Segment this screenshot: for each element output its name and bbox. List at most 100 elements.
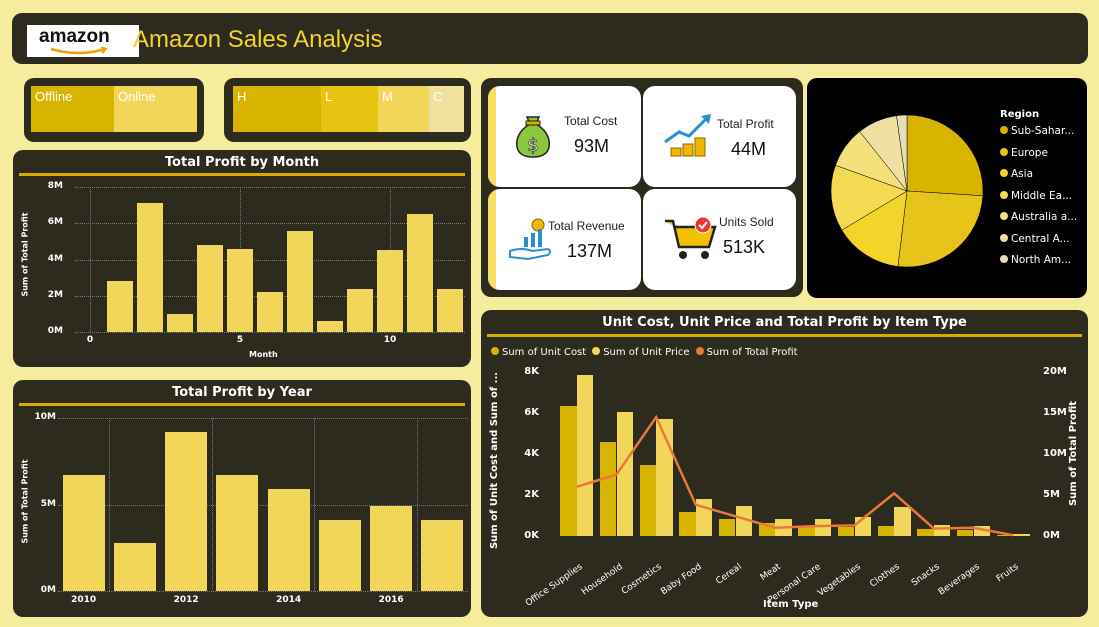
- legend-item[interactable]: Europe: [1000, 147, 1077, 169]
- year-x-gridline: [314, 418, 316, 591]
- priority-slicer-panel: H L M C: [224, 78, 471, 142]
- legend-label: Asia: [1011, 168, 1034, 180]
- kpi-total-revenue: Total Revenue 137M: [488, 189, 641, 290]
- legend-label: Middle Ea...: [1011, 189, 1073, 202]
- slicer-offline[interactable]: Offline: [31, 86, 114, 132]
- year-bar: [318, 520, 361, 591]
- unit-cost-bar: [679, 512, 696, 536]
- unit-price-bar: [775, 518, 792, 536]
- year-y-tick: 10M: [34, 412, 56, 422]
- month-y-tick: 2M: [47, 289, 63, 300]
- logo-smile-icon: [50, 47, 108, 55]
- year-x-tick: 2010: [71, 595, 97, 605]
- region-legend-title: Region: [1000, 109, 1040, 120]
- month-x-tick: 0: [86, 335, 94, 345]
- unit-cost-bar: [718, 518, 736, 536]
- unit-price-bar: [973, 525, 991, 536]
- month-bar: [407, 214, 433, 332]
- unit-price-bar: [933, 524, 951, 536]
- unit-price-bar: [814, 518, 832, 536]
- legend-dot-icon: [1000, 147, 1008, 156]
- unit-price-bar: [894, 507, 911, 536]
- logo-text: amazon: [39, 26, 110, 47]
- unit-price-bar: [616, 411, 634, 536]
- month-y-tick: 4M: [47, 253, 63, 264]
- year-bar: [165, 431, 208, 591]
- unit-price-bar: [854, 516, 872, 536]
- year-bar: [370, 506, 413, 591]
- legend-item[interactable]: Asia: [1000, 168, 1077, 190]
- legend-item[interactable]: North Am...: [1000, 254, 1077, 276]
- combo-y2-tick: 5M: [1043, 489, 1060, 500]
- combo-y-tick: 8K: [524, 366, 539, 377]
- slicer-offline-label: Offline: [35, 89, 73, 104]
- legend-item[interactable]: Sub-Sahar...: [1000, 125, 1077, 147]
- combo-y2-tick: 0M: [1043, 530, 1060, 541]
- month-x-tick: 10: [383, 335, 397, 345]
- month-bar: [197, 245, 223, 332]
- kpi-total-cost-value: 93M: [574, 136, 610, 156]
- kpi-panel: $ Total Cost 93M Total Profit 44M Total …: [481, 78, 803, 297]
- slicer-priority-m[interactable]: M: [378, 86, 429, 132]
- month-bar: [287, 230, 313, 332]
- unit-cost-bar: [877, 525, 895, 536]
- year-x-tick: 2014: [276, 595, 302, 605]
- legend-dot-icon: [1000, 190, 1008, 199]
- legend-label: Europe: [1011, 146, 1048, 159]
- month-gridline: [75, 332, 465, 333]
- month-bar: [377, 250, 403, 332]
- year-y-tick: 0M: [40, 585, 56, 595]
- combo-y-tick: 2K: [524, 489, 539, 500]
- region-legend: Sub-Sahar... Europe Asia Middle Ea... Austra…: [1000, 125, 1077, 276]
- kpi-total-revenue-label: Total Revenue: [548, 219, 625, 233]
- combo-y-tick: 4K: [524, 448, 539, 459]
- page-title: Amazon Sales Analysis: [133, 26, 383, 53]
- legend-item[interactable]: Australia a...: [1000, 211, 1077, 233]
- kpi-total-cost-label: Total Cost: [564, 114, 618, 128]
- year-x-tick: 2016: [378, 595, 404, 605]
- slicer-priority-c[interactable]: C: [429, 86, 464, 132]
- year-x-gridline: [211, 418, 213, 591]
- year-bar: [421, 520, 464, 591]
- slicer-online[interactable]: Online: [114, 86, 197, 132]
- legend-item[interactable]: Central A...: [1000, 233, 1077, 255]
- year-bar: [267, 488, 310, 591]
- year-x-tick: 2012: [173, 595, 199, 605]
- unit-price-bar: [576, 375, 594, 536]
- year-gridline: [58, 418, 468, 419]
- month-bar: [137, 203, 163, 332]
- legend-dot-icon: [1000, 255, 1008, 263]
- year-x-gridline: [109, 418, 111, 591]
- legend-item[interactable]: Middle Ea...: [1000, 190, 1077, 212]
- money-bag-icon: $: [516, 116, 550, 158]
- pie-slice[interactable]: [897, 190, 984, 268]
- month-bar: [227, 248, 253, 332]
- legend-label: Central A...: [1011, 232, 1070, 245]
- kpi-units-sold: Units Sold 513K: [643, 189, 796, 290]
- profit-by-month-panel: Total Profit by Month Sum of Total Profi…: [13, 150, 471, 367]
- unit-price-bar: [656, 419, 673, 536]
- kpi-total-profit-label: Total Profit: [717, 117, 774, 131]
- kpi-total-revenue-value: 137M: [567, 241, 613, 261]
- combo-y-tick: 6K: [524, 407, 539, 418]
- kpi-stripe: [488, 86, 496, 187]
- shopping-cart-icon: [665, 216, 717, 259]
- month-gridline: [75, 187, 465, 188]
- year-x-gridline: [416, 418, 418, 591]
- region-pie-chart: [830, 114, 984, 268]
- slicer-priority-l-label: L: [325, 89, 333, 104]
- legend-dot-icon: [1000, 233, 1008, 242]
- combo-y2-tick: 20M: [1043, 366, 1067, 377]
- month-bar: [257, 292, 283, 332]
- legend-dot-icon: [1000, 212, 1008, 220]
- channel-slicer-panel: Offline Online: [24, 78, 204, 142]
- slicer-priority-l[interactable]: L: [321, 86, 378, 132]
- combo-y2-tick: 15M: [1043, 407, 1067, 418]
- year-plot-area: 0M 5M 10M 2010 2012 2014 2016: [13, 380, 471, 617]
- unit-cost-bar: [837, 526, 855, 536]
- pie-slice[interactable]: [906, 114, 984, 197]
- slicer-priority-h[interactable]: H: [233, 86, 321, 132]
- month-bar: [317, 321, 343, 332]
- slicer-online-label: Online: [118, 89, 156, 104]
- slicer-priority-c-label: C: [433, 89, 443, 104]
